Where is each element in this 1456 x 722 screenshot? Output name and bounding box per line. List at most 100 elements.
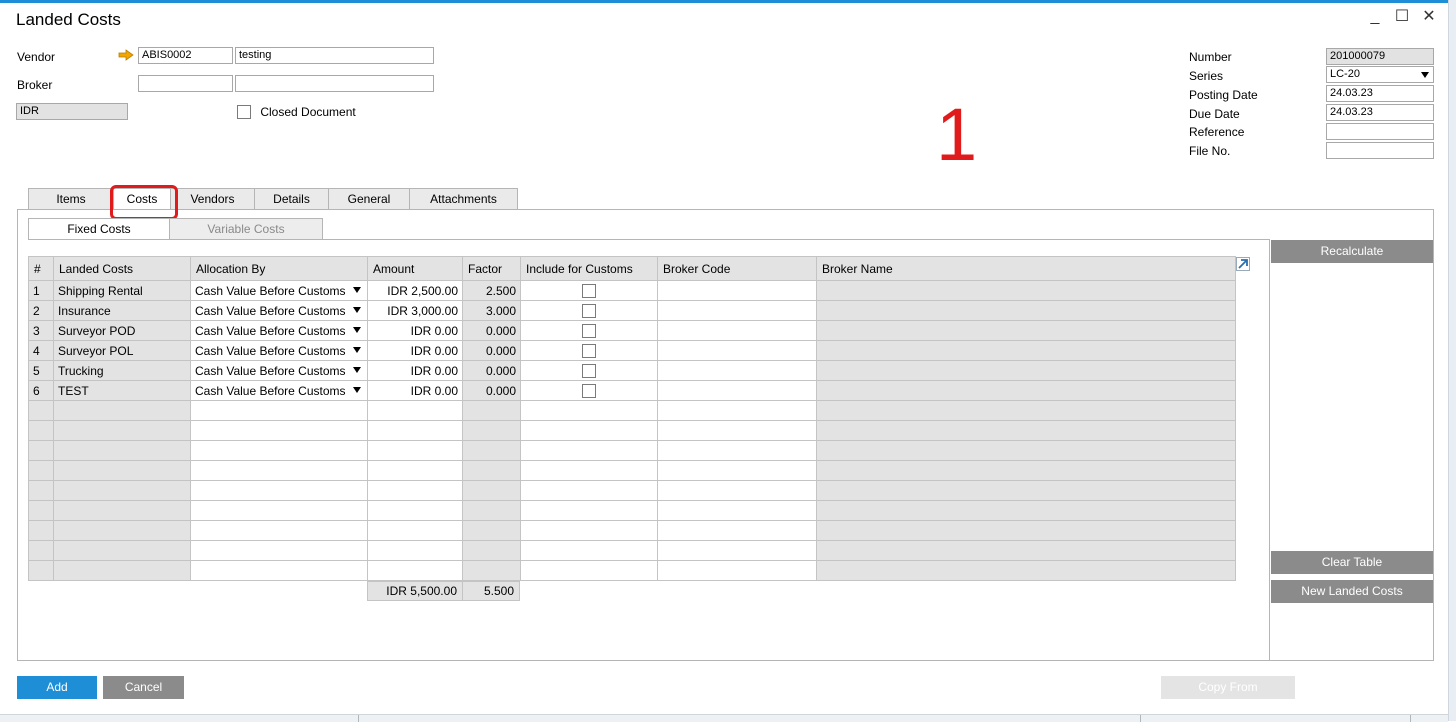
factor-cell: 3.000	[462, 300, 521, 321]
amount-cell[interactable]: IDR 0.00	[367, 320, 463, 341]
empty-row[interactable]	[28, 460, 1236, 481]
clear-table-button[interactable]: Clear Table	[1271, 551, 1433, 574]
col-header-factor[interactable]: Factor	[462, 256, 521, 281]
chevron-down-icon[interactable]	[353, 287, 361, 293]
recalculate-button[interactable]: Recalculate	[1271, 240, 1433, 263]
maximize-icon[interactable]: ☐	[1391, 6, 1413, 28]
empty-row[interactable]	[28, 540, 1236, 561]
vendor-label: Vendor	[17, 50, 56, 64]
table-row[interactable]: 5 Trucking Cash Value Before Customs IDR…	[28, 360, 1236, 381]
allocation-select[interactable]: Cash Value Before Customs	[190, 300, 368, 321]
allocation-select[interactable]: Cash Value Before Customs	[190, 320, 368, 341]
landed-cost-name: Trucking	[53, 360, 191, 381]
broker-code-cell[interactable]	[657, 320, 817, 341]
col-header-allocation-by[interactable]: Allocation By	[190, 256, 368, 281]
due-date-field[interactable]: 24.03.23	[1326, 104, 1434, 121]
number-field: 201000079	[1326, 48, 1434, 65]
allocation-select[interactable]: Cash Value Before Customs	[190, 280, 368, 301]
table-row[interactable]: 1 Shipping Rental Cash Value Before Cust…	[28, 280, 1236, 301]
new-landed-costs-button[interactable]: New Landed Costs	[1271, 580, 1433, 603]
amount-cell[interactable]: IDR 0.00	[367, 340, 463, 361]
reference-field[interactable]	[1326, 123, 1434, 140]
include-customs-cell[interactable]	[520, 340, 658, 361]
amount-cell[interactable]: IDR 3,000.00	[367, 300, 463, 321]
empty-row[interactable]	[28, 560, 1236, 581]
include-customs-checkbox[interactable]	[582, 303, 596, 318]
posting-date-field[interactable]: 24.03.23	[1326, 85, 1434, 102]
number-label: Number	[1189, 50, 1232, 64]
landed-cost-name: Surveyor POL	[53, 340, 191, 361]
include-customs-cell[interactable]	[520, 380, 658, 401]
add-button[interactable]: Add	[17, 676, 97, 699]
broker-code-cell[interactable]	[657, 380, 817, 401]
allocation-select[interactable]: Cash Value Before Customs	[190, 380, 368, 401]
col-header-broker-code[interactable]: Broker Code	[657, 256, 817, 281]
broker-code-cell[interactable]	[657, 300, 817, 321]
empty-row[interactable]	[28, 420, 1236, 441]
empty-row[interactable]	[28, 520, 1236, 541]
empty-row[interactable]	[28, 440, 1236, 461]
include-customs-checkbox[interactable]	[582, 363, 596, 378]
amount-cell[interactable]: IDR 2,500.00	[367, 280, 463, 301]
allocation-select[interactable]: Cash Value Before Customs	[190, 360, 368, 381]
tab-vendors[interactable]: Vendors	[170, 188, 255, 209]
expand-arrow-icon[interactable]	[1236, 257, 1250, 271]
broker-name-field[interactable]	[235, 75, 434, 92]
file-no-field[interactable]	[1326, 142, 1434, 159]
link-arrow-icon[interactable]	[118, 49, 134, 61]
allocation-value: Cash Value Before Customs	[195, 383, 346, 398]
vendor-name-field[interactable]: testing	[235, 47, 434, 64]
row-num: 2	[28, 300, 54, 321]
amount-cell[interactable]: IDR 0.00	[367, 380, 463, 401]
include-customs-checkbox[interactable]	[582, 323, 596, 338]
series-select[interactable]: LC-20	[1326, 66, 1434, 83]
amount-cell[interactable]: IDR 0.00	[367, 360, 463, 381]
table-row[interactable]: 4 Surveyor POL Cash Value Before Customs…	[28, 340, 1236, 361]
col-header-include-for-customs[interactable]: Include for Customs	[520, 256, 658, 281]
include-customs-cell[interactable]	[520, 360, 658, 381]
include-customs-cell[interactable]	[520, 280, 658, 301]
closed-document-check[interactable]	[237, 104, 251, 119]
tab-fixed-costs[interactable]: Fixed Costs	[28, 218, 170, 240]
vendor-code-field[interactable]: ABIS0002	[138, 47, 233, 64]
empty-row[interactable]	[28, 500, 1236, 521]
col-header-amount[interactable]: Amount	[367, 256, 463, 281]
empty-row[interactable]	[28, 480, 1236, 501]
chevron-down-icon[interactable]	[353, 307, 361, 313]
table-row[interactable]: 6 TEST Cash Value Before Customs IDR 0.0…	[28, 380, 1236, 401]
chevron-down-icon[interactable]	[353, 387, 361, 393]
table-row[interactable]: 3 Surveyor POD Cash Value Before Customs…	[28, 320, 1236, 341]
broker-code-cell[interactable]	[657, 340, 817, 361]
chevron-down-icon[interactable]	[353, 367, 361, 373]
chevron-down-icon[interactable]	[353, 347, 361, 353]
minimize-icon[interactable]: _	[1364, 6, 1386, 28]
include-customs-checkbox[interactable]	[582, 343, 596, 358]
col-header-broker-name[interactable]: Broker Name	[816, 256, 1236, 281]
copy-from-button[interactable]: Copy From	[1161, 676, 1295, 699]
include-customs-cell[interactable]	[520, 320, 658, 341]
col-header-landed-costs[interactable]: Landed Costs	[53, 256, 191, 281]
include-customs-checkbox[interactable]	[582, 283, 596, 298]
broker-code-field[interactable]	[138, 75, 233, 92]
chevron-down-icon[interactable]	[1421, 72, 1429, 78]
background-window-edge	[1448, 0, 1456, 721]
allocation-select[interactable]: Cash Value Before Customs	[190, 340, 368, 361]
close-icon[interactable]: ✕	[1418, 6, 1440, 28]
tab-details[interactable]: Details	[254, 188, 329, 209]
empty-row[interactable]	[28, 400, 1236, 421]
factor-cell: 0.000	[462, 340, 521, 361]
chevron-down-icon[interactable]	[353, 327, 361, 333]
tab-general[interactable]: General	[328, 188, 410, 209]
include-customs-cell[interactable]	[520, 300, 658, 321]
tab-items[interactable]: Items	[28, 188, 114, 209]
total-factor: 5.500	[462, 581, 520, 601]
tab-variable-costs[interactable]: Variable Costs	[169, 218, 323, 239]
table-row[interactable]: 2 Insurance Cash Value Before Customs ID…	[28, 300, 1236, 321]
window-title: Landed Costs	[16, 10, 121, 29]
broker-code-cell[interactable]	[657, 360, 817, 381]
include-customs-checkbox[interactable]	[582, 383, 596, 398]
tab-attachments[interactable]: Attachments	[409, 188, 518, 209]
broker-code-cell[interactable]	[657, 280, 817, 301]
closed-document-checkbox[interactable]: Closed Document	[237, 104, 356, 119]
cancel-button[interactable]: Cancel	[103, 676, 184, 699]
